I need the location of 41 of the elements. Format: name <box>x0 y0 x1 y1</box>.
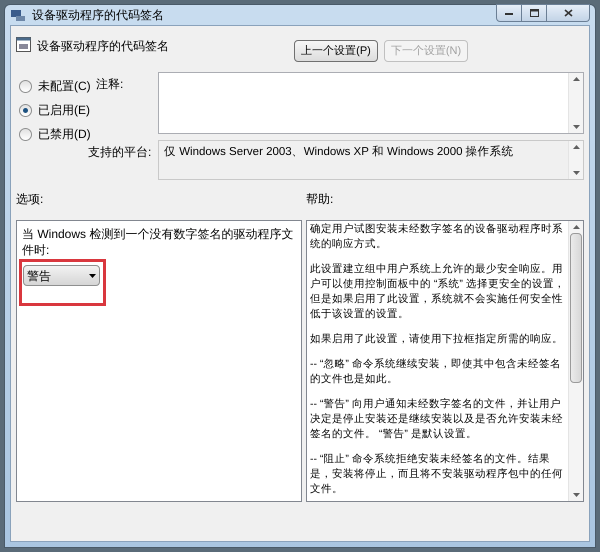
down-arrow-icon[interactable] <box>572 125 580 129</box>
radio-button[interactable] <box>19 104 32 116</box>
policy-icon <box>16 37 31 52</box>
close-icon <box>564 9 572 17</box>
platform-text: 仅 Windows Server 2003、Windows XP 和 Windows 2000 操作系统 <box>163 144 515 160</box>
help-paragraph: 确定用户试图安装未经数字签名的设备驱动程序时系统的响应方式。 <box>310 222 564 252</box>
help-paragraph: -- “阻止” 命令系统拒绝安装未经签名的文件。结果是，安装将停止，而且将不安装驱动程序包中的任何文件。 <box>310 452 564 497</box>
radio-button[interactable] <box>19 128 32 140</box>
scrollbar[interactable] <box>568 221 583 501</box>
maximize-icon <box>530 9 538 17</box>
options-label: 选项: <box>16 191 44 208</box>
previous-setting-button[interactable]: 上一个设置(P) <box>294 40 378 62</box>
help-paragraph: -- “警告” 向用户通知未经数字签名的文件，并让用户决定是停止安装还是继续安装以及是否允许安装未经签名的文件。 “警告” 是默认设置。 <box>310 397 564 442</box>
minimize-button[interactable] <box>496 4 522 22</box>
scrollbar[interactable] <box>568 73 583 133</box>
minimize-icon <box>505 12 513 14</box>
close-button[interactable] <box>547 4 590 22</box>
radio-label: 已禁用(D) <box>38 126 91 143</box>
up-arrow-icon[interactable] <box>572 77 580 81</box>
help-paragraph: 此设置建立组中用户系统上允许的最少安全响应。用户可以使用控制面板中的 “系统” 选择更安全的设置，但是如果启用了此设置，系统就不会实施任何安全性低于该设置的设置。 <box>310 262 566 322</box>
down-arrow-icon[interactable] <box>572 493 580 497</box>
up-arrow-icon[interactable] <box>572 145 580 149</box>
window-title: 设备驱动程序的代码签名 <box>32 7 164 24</box>
down-arrow-icon[interactable] <box>572 171 580 175</box>
policy-title: 设备驱动程序的代码签名 <box>37 38 169 55</box>
maximize-button[interactable] <box>522 4 547 22</box>
comment-label: 注释: <box>96 76 124 93</box>
radio-button[interactable] <box>19 80 32 92</box>
response-dropdown[interactable]: 警告 <box>23 265 100 286</box>
help-paragraph: -- “忽略” 命令系统继续安装，即使其中包含未经签名的文件也是如此。 <box>310 357 562 387</box>
help-label: 帮助: <box>306 191 334 208</box>
radio-label: 已启用(E) <box>38 102 90 119</box>
radio-label: 未配置(C) <box>38 78 91 95</box>
app-icon <box>10 8 26 22</box>
up-arrow-icon[interactable] <box>572 225 580 229</box>
dropdown-caret-icon <box>89 274 96 278</box>
comment-field[interactable] <box>158 72 584 134</box>
help-paragraph: 如果启用了此设置，请使用下拉框指定所需的响应。 <box>310 332 564 347</box>
scrollbar[interactable] <box>568 141 583 179</box>
platform-label: 支持的平台: <box>88 144 152 161</box>
options-prompt: 当 Windows 检测到一个没有数字签名的驱动程序文件时: <box>22 226 294 258</box>
